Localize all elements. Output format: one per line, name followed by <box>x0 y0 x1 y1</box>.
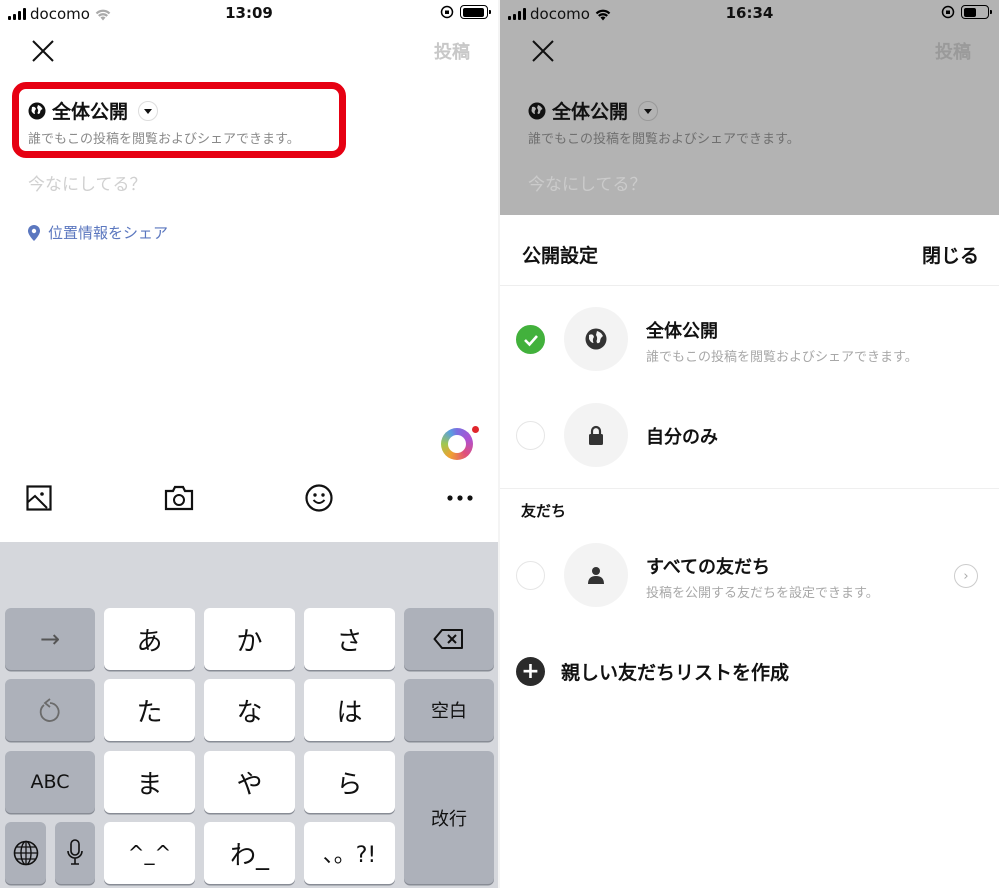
option-description: 誰でもこの投稿を閲覧およびシェアできます。 <box>646 350 918 365</box>
key-ma[interactable]: ま <box>104 751 195 813</box>
undo-icon <box>39 698 60 722</box>
compose-screen: docomo 13:09 投稿 全体公開 誰でもこの投稿を閲覧およびシェアできま… <box>0 0 498 888</box>
post-button[interactable]: 投稿 <box>935 38 971 64</box>
story-ring-icon[interactable] <box>441 428 473 460</box>
chevron-down-icon[interactable] <box>138 100 159 121</box>
radio-unselected[interactable] <box>516 421 545 450</box>
battery-icon <box>961 5 992 19</box>
image-button[interactable] <box>23 482 55 514</box>
lock-icon <box>589 425 603 445</box>
section-label-friends: 友だち <box>521 502 567 520</box>
radio-unselected[interactable] <box>516 561 545 590</box>
key-globe[interactable] <box>5 822 46 884</box>
microphone-icon <box>67 839 83 865</box>
more-button[interactable] <box>444 482 476 514</box>
status-bar: docomo 16:34 <box>500 0 999 28</box>
key-ka[interactable]: か <box>204 608 295 670</box>
option-title: すべての友だち <box>646 557 771 578</box>
chevron-down-icon[interactable] <box>638 100 659 121</box>
option-icon-bg <box>564 307 628 371</box>
privacy-settings-screen: docomo 16:34 投稿 全体公開 誰でもこの投稿を閲覧およびシェアできま… <box>500 0 999 888</box>
check-icon <box>523 334 538 346</box>
plus-icon: + <box>516 657 545 686</box>
status-bar: docomo 13:09 <box>0 0 498 28</box>
key-undo[interactable] <box>5 679 95 741</box>
option-title: 全体公開 <box>646 321 718 342</box>
option-only-me[interactable]: 自分のみ <box>500 396 999 476</box>
key-punctuation[interactable]: 、。?! <box>304 822 395 884</box>
compose-toolbar <box>0 482 498 522</box>
sheet-close-button[interactable]: 閉じる <box>922 241 979 268</box>
key-na[interactable]: な <box>204 679 295 741</box>
option-title: 自分のみ <box>646 427 718 448</box>
key-abc[interactable]: ABC <box>5 751 95 813</box>
battery-fill <box>462 7 485 17</box>
battery-icon <box>460 5 491 19</box>
backspace-icon <box>433 629 463 649</box>
globe-icon <box>585 328 607 350</box>
post-button[interactable]: 投稿 <box>434 38 470 64</box>
section-divider <box>500 488 999 489</box>
sheet-title: 公開設定 <box>522 245 599 267</box>
notification-dot <box>472 426 479 433</box>
option-icon-bg <box>564 403 628 467</box>
post-text-input[interactable]: 今なにしてる？ <box>528 170 647 195</box>
privacy-selector[interactable]: 全体公開 誰でもこの投稿を閲覧およびシェアできます。 <box>28 97 300 147</box>
chevron-right-icon[interactable]: › <box>954 564 978 588</box>
orientation-lock-icon <box>941 5 955 19</box>
post-text-input[interactable]: 今なにしてる？ <box>28 170 147 195</box>
location-pin-icon <box>28 224 40 241</box>
globe-icon <box>28 102 46 119</box>
privacy-description: 誰でもこの投稿を閲覧およびシェアできます。 <box>28 132 300 147</box>
option-public[interactable]: 全体公開 誰でもこの投稿を閲覧およびシェアできます。 <box>500 300 999 380</box>
clock: 16:34 <box>725 4 774 22</box>
more-icon <box>447 495 473 501</box>
emoji-button[interactable] <box>303 482 335 514</box>
key-return[interactable]: 改行 <box>404 751 494 884</box>
camera-button[interactable] <box>163 482 195 514</box>
key-ha[interactable]: は <box>304 679 395 741</box>
share-location-link[interactable]: 位置情報をシェア <box>28 222 168 243</box>
globe-keyboard-icon <box>13 840 38 866</box>
key-ra[interactable]: ら <box>304 751 395 813</box>
key-space[interactable]: 空白 <box>404 679 494 741</box>
key-delete[interactable] <box>404 608 494 670</box>
create-close-friends-list-button[interactable]: + 親しい友だちリストを作成 <box>516 657 789 686</box>
key-ya[interactable]: や <box>204 751 295 813</box>
radio-selected[interactable] <box>516 325 545 354</box>
close-icon[interactable] <box>30 38 56 64</box>
globe-icon <box>528 102 546 119</box>
privacy-description: 誰でもこの投稿を閲覧およびシェアできます。 <box>528 132 800 147</box>
key-next[interactable]: → <box>5 608 95 670</box>
key-sa[interactable]: さ <box>304 608 395 670</box>
emoji-icon <box>305 484 333 512</box>
keyboard: → あ か さ た な は 空白 ABC ま や ら 改行 ^_^ わ_ 、。?… <box>0 542 498 888</box>
camera-icon <box>164 485 194 511</box>
dimmed-background[interactable]: docomo 16:34 投稿 全体公開 誰でもこの投稿を閲覧およびシェアできま… <box>500 0 999 215</box>
location-label: 位置情報をシェア <box>48 224 169 242</box>
key-ta[interactable]: た <box>104 679 195 741</box>
key-a[interactable]: あ <box>104 608 195 670</box>
option-description: 投稿を公開する友だちを設定できます。 <box>646 586 879 601</box>
sheet-header: 公開設定 閉じる <box>500 215 999 286</box>
privacy-selector[interactable]: 全体公開 誰でもこの投稿を閲覧およびシェアできます。 <box>528 97 800 147</box>
battery-fill <box>963 7 977 17</box>
close-icon[interactable] <box>530 38 556 64</box>
privacy-title: 全体公開 <box>52 101 129 123</box>
option-all-friends[interactable]: すべての友だち 投稿を公開する友だちを設定できます。 › <box>500 536 999 616</box>
clock: 13:09 <box>225 4 273 22</box>
key-wa[interactable]: わ_ <box>204 822 295 884</box>
privacy-title: 全体公開 <box>552 101 629 123</box>
image-icon <box>26 485 52 511</box>
key-emoticon[interactable]: ^_^ <box>104 822 195 884</box>
person-icon <box>588 567 604 584</box>
create-list-label: 親しい友だちリストを作成 <box>561 662 790 684</box>
orientation-lock-icon <box>440 5 454 19</box>
key-dictation[interactable] <box>55 822 95 884</box>
option-icon-bg <box>564 543 628 607</box>
